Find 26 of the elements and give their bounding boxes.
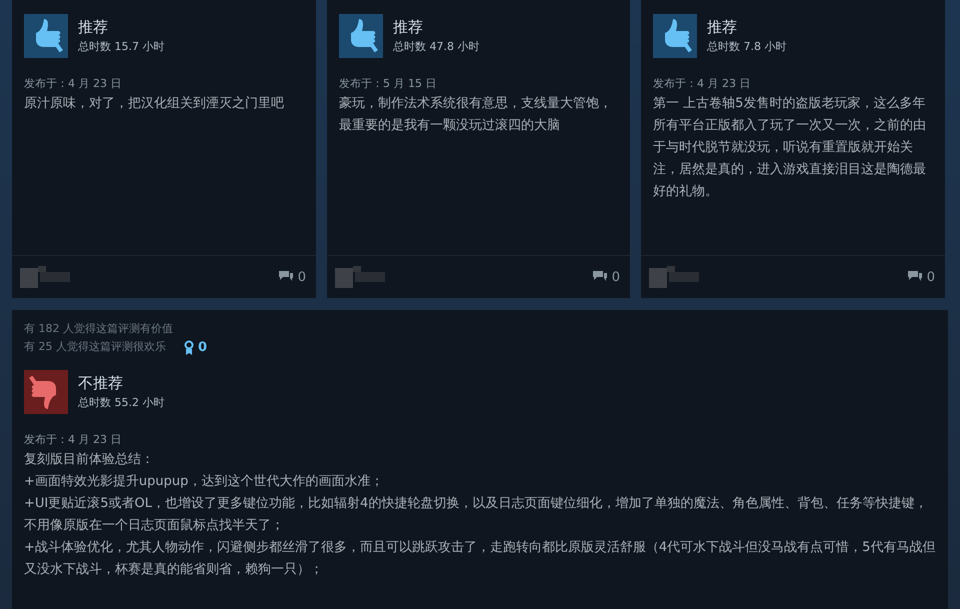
verdict-label: 不推荐 [78,374,124,393]
verdict-label: 推荐 [78,18,109,37]
posted-date: 发布于：4 月 23 日 [24,76,122,91]
comment-count: 0 [612,270,620,284]
review-text: 第一 上古卷轴5发售时的盗版老玩家，这么多年所有平台正版都入了玩了一次又一次，之前的由于与时代脱节就没玩，听说有重置版就开始关注，居然是真的，进入游戏直接泪目这是陶德最好的礼物。 [653,95,927,201]
playtime-label: 总时数 47.8 小时 [393,39,480,54]
comment-count: 0 [926,270,935,284]
posted-date: 发布于：4 月 23 日 [24,432,122,447]
review-text: +画面特效光影提升upupup，达到这个世代大作的画面水准； [24,473,384,491]
review-text: +UI更贴近滚5或者OL，也增设了更多键位功能，比如辐射4的快捷轮盘切换，以及日志页面键位细化，增加了单独的魔法、角色属性、背包、任务等快捷键，不用像原版在一个日志页面鼠标点找半天了； [24,495,928,535]
playtime-label: 总时数 7.8 小时 [707,39,786,54]
review-text: 豪玩，制作法术系统很有意思，支线量大管饱，最重要的是我有一颗没玩过滚四的大脑 [339,95,613,135]
playtime-label: 总时数 55.2 小时 [78,395,164,410]
review-text: 原汁原味，对了，把汉化组关到湮灭之门里吧 [24,95,285,113]
funny-count: 有 25 人觉得这篇评测很欢乐 [24,339,166,355]
review-text: +战斗体验优化，尤其人物动作，闪避侧步都丝滑了很多，而且可以跳跃攻击了，走跑转向都比原版灵活舒服（4代可水下战斗但没马战有点可惜，5代有马战但又没水下战斗，杯赛是真的能省则省，赖狗一只）； [24,539,936,579]
playtime-label: 总时数 15.7 小时 [78,39,164,54]
verdict-label: 推荐 [707,18,738,37]
helpful-count: 有 182 人觉得这篇评测有价值 [24,321,174,337]
posted-date: 发布于：4 月 23 日 [653,76,752,91]
comment-count: 0 [298,270,306,284]
award-icon [184,340,194,354]
award-count: 0 [198,340,208,354]
posted-date: 发布于：5 月 15 日 [339,76,438,91]
verdict-label: 推荐 [393,18,424,37]
review-text: 复刻版目前体验总结： [24,451,155,469]
